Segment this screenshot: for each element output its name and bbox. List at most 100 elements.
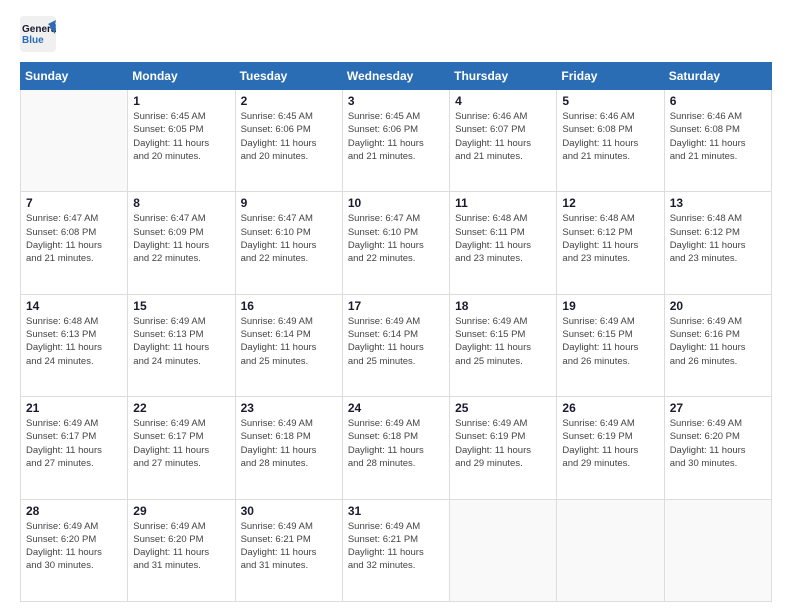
calendar-row: 14 Sunrise: 6:48 AM Sunset: 6:13 PM Dayli… bbox=[21, 294, 772, 396]
day-number: 1 bbox=[133, 94, 229, 108]
day-info: Sunrise: 6:49 AM Sunset: 6:21 PM Dayligh… bbox=[348, 520, 444, 573]
day-number: 4 bbox=[455, 94, 551, 108]
day-number: 12 bbox=[562, 196, 658, 210]
day-number: 10 bbox=[348, 196, 444, 210]
calendar-cell: 20 Sunrise: 6:49 AM Sunset: 6:16 PM Dayli… bbox=[664, 294, 771, 396]
calendar-cell: 6 Sunrise: 6:46 AM Sunset: 6:08 PM Daylig… bbox=[664, 90, 771, 192]
calendar-cell: 28 Sunrise: 6:49 AM Sunset: 6:20 PM Dayli… bbox=[21, 499, 128, 601]
calendar-cell: 27 Sunrise: 6:49 AM Sunset: 6:20 PM Dayli… bbox=[664, 397, 771, 499]
calendar-cell: 9 Sunrise: 6:47 AM Sunset: 6:10 PM Daylig… bbox=[235, 192, 342, 294]
calendar-cell bbox=[664, 499, 771, 601]
day-info: Sunrise: 6:47 AM Sunset: 6:10 PM Dayligh… bbox=[241, 212, 337, 265]
calendar-cell: 12 Sunrise: 6:48 AM Sunset: 6:12 PM Dayli… bbox=[557, 192, 664, 294]
day-info: Sunrise: 6:49 AM Sunset: 6:14 PM Dayligh… bbox=[348, 315, 444, 368]
calendar-cell: 21 Sunrise: 6:49 AM Sunset: 6:17 PM Dayli… bbox=[21, 397, 128, 499]
day-number: 7 bbox=[26, 196, 122, 210]
day-number: 8 bbox=[133, 196, 229, 210]
calendar-cell: 19 Sunrise: 6:49 AM Sunset: 6:15 PM Dayli… bbox=[557, 294, 664, 396]
calendar-cell: 13 Sunrise: 6:48 AM Sunset: 6:12 PM Dayli… bbox=[664, 192, 771, 294]
day-info: Sunrise: 6:49 AM Sunset: 6:20 PM Dayligh… bbox=[26, 520, 122, 573]
day-number: 25 bbox=[455, 401, 551, 415]
calendar-cell: 16Sunrise: 6:49 AM Sunset: 6:14 PM Dayli… bbox=[235, 294, 342, 396]
calendar-row: 7Sunrise: 6:47 AM Sunset: 6:08 PM Daylig… bbox=[21, 192, 772, 294]
logo: General Blue bbox=[20, 16, 56, 52]
calendar-header-tuesday: Tuesday bbox=[235, 63, 342, 90]
calendar-cell: 23 Sunrise: 6:49 AM Sunset: 6:18 PM Dayli… bbox=[235, 397, 342, 499]
day-info: Sunrise: 6:48 AM Sunset: 6:12 PM Dayligh… bbox=[562, 212, 658, 265]
calendar-row: 21 Sunrise: 6:49 AM Sunset: 6:17 PM Dayli… bbox=[21, 397, 772, 499]
day-info: Sunrise: 6:46 AM Sunset: 6:08 PM Dayligh… bbox=[562, 110, 658, 163]
calendar-header-saturday: Saturday bbox=[664, 63, 771, 90]
calendar-cell: 29 Sunrise: 6:49 AM Sunset: 6:20 PM Dayli… bbox=[128, 499, 235, 601]
calendar-header-monday: Monday bbox=[128, 63, 235, 90]
day-number: 13 bbox=[670, 196, 766, 210]
calendar-cell: 7Sunrise: 6:47 AM Sunset: 6:08 PM Daylig… bbox=[21, 192, 128, 294]
day-info: Sunrise: 6:48 AM Sunset: 6:12 PM Dayligh… bbox=[670, 212, 766, 265]
calendar-row: 28 Sunrise: 6:49 AM Sunset: 6:20 PM Dayli… bbox=[21, 499, 772, 601]
day-number: 3 bbox=[348, 94, 444, 108]
calendar-cell: 18 Sunrise: 6:49 AM Sunset: 6:15 PM Dayli… bbox=[450, 294, 557, 396]
day-number: 23 bbox=[241, 401, 337, 415]
calendar-cell: 26 Sunrise: 6:49 AM Sunset: 6:19 PM Dayli… bbox=[557, 397, 664, 499]
day-info: Sunrise: 6:46 AM Sunset: 6:07 PM Dayligh… bbox=[455, 110, 551, 163]
calendar-cell: 11 Sunrise: 6:48 AM Sunset: 6:11 PM Dayli… bbox=[450, 192, 557, 294]
calendar-header-wednesday: Wednesday bbox=[342, 63, 449, 90]
day-info: Sunrise: 6:45 AM Sunset: 6:06 PM Dayligh… bbox=[348, 110, 444, 163]
calendar-cell: 14 Sunrise: 6:48 AM Sunset: 6:13 PM Dayli… bbox=[21, 294, 128, 396]
calendar-cell bbox=[450, 499, 557, 601]
day-number: 14 bbox=[26, 299, 122, 313]
day-number: 21 bbox=[26, 401, 122, 415]
day-number: 15 bbox=[133, 299, 229, 313]
svg-text:Blue: Blue bbox=[22, 35, 44, 46]
day-info: Sunrise: 6:49 AM Sunset: 6:15 PM Dayligh… bbox=[455, 315, 551, 368]
day-info: Sunrise: 6:45 AM Sunset: 6:06 PM Dayligh… bbox=[241, 110, 337, 163]
calendar-cell: 1 Sunrise: 6:45 AM Sunset: 6:05 PM Daylig… bbox=[128, 90, 235, 192]
day-info: Sunrise: 6:48 AM Sunset: 6:13 PM Dayligh… bbox=[26, 315, 122, 368]
day-info: Sunrise: 6:49 AM Sunset: 6:19 PM Dayligh… bbox=[455, 417, 551, 470]
day-number: 19 bbox=[562, 299, 658, 313]
calendar-cell: 17 Sunrise: 6:49 AM Sunset: 6:14 PM Dayli… bbox=[342, 294, 449, 396]
calendar-header-row: SundayMondayTuesdayWednesdayThursdayFrid… bbox=[21, 63, 772, 90]
day-info: Sunrise: 6:49 AM Sunset: 6:18 PM Dayligh… bbox=[241, 417, 337, 470]
day-number: 22 bbox=[133, 401, 229, 415]
day-number: 16 bbox=[241, 299, 337, 313]
calendar-cell: 4 Sunrise: 6:46 AM Sunset: 6:07 PM Daylig… bbox=[450, 90, 557, 192]
day-info: Sunrise: 6:46 AM Sunset: 6:08 PM Dayligh… bbox=[670, 110, 766, 163]
calendar-cell: 25 Sunrise: 6:49 AM Sunset: 6:19 PM Dayli… bbox=[450, 397, 557, 499]
calendar-header-sunday: Sunday bbox=[21, 63, 128, 90]
day-info: Sunrise: 6:49 AM Sunset: 6:17 PM Dayligh… bbox=[26, 417, 122, 470]
calendar-row: 1 Sunrise: 6:45 AM Sunset: 6:05 PM Daylig… bbox=[21, 90, 772, 192]
day-number: 30 bbox=[241, 504, 337, 518]
day-info: Sunrise: 6:47 AM Sunset: 6:10 PM Dayligh… bbox=[348, 212, 444, 265]
day-info: Sunrise: 6:49 AM Sunset: 6:20 PM Dayligh… bbox=[133, 520, 229, 573]
day-info: Sunrise: 6:49 AM Sunset: 6:13 PM Dayligh… bbox=[133, 315, 229, 368]
calendar-header-thursday: Thursday bbox=[450, 63, 557, 90]
day-info: Sunrise: 6:49 AM Sunset: 6:18 PM Dayligh… bbox=[348, 417, 444, 470]
day-number: 9 bbox=[241, 196, 337, 210]
logo-icon: General Blue bbox=[20, 16, 56, 52]
day-number: 26 bbox=[562, 401, 658, 415]
calendar-cell: 15 Sunrise: 6:49 AM Sunset: 6:13 PM Dayli… bbox=[128, 294, 235, 396]
day-number: 2 bbox=[241, 94, 337, 108]
day-number: 6 bbox=[670, 94, 766, 108]
day-number: 27 bbox=[670, 401, 766, 415]
day-number: 18 bbox=[455, 299, 551, 313]
calendar-cell: 5 Sunrise: 6:46 AM Sunset: 6:08 PM Daylig… bbox=[557, 90, 664, 192]
day-number: 28 bbox=[26, 504, 122, 518]
day-info: Sunrise: 6:49 AM Sunset: 6:15 PM Dayligh… bbox=[562, 315, 658, 368]
day-info: Sunrise: 6:45 AM Sunset: 6:05 PM Dayligh… bbox=[133, 110, 229, 163]
day-info: Sunrise: 6:49 AM Sunset: 6:20 PM Dayligh… bbox=[670, 417, 766, 470]
calendar-cell: 31 Sunrise: 6:49 AM Sunset: 6:21 PM Dayli… bbox=[342, 499, 449, 601]
day-number: 17 bbox=[348, 299, 444, 313]
day-info: Sunrise: 6:47 AM Sunset: 6:09 PM Dayligh… bbox=[133, 212, 229, 265]
day-number: 29 bbox=[133, 504, 229, 518]
day-info: Sunrise: 6:49 AM Sunset: 6:19 PM Dayligh… bbox=[562, 417, 658, 470]
day-number: 5 bbox=[562, 94, 658, 108]
day-number: 24 bbox=[348, 401, 444, 415]
day-number: 20 bbox=[670, 299, 766, 313]
day-info: Sunrise: 6:49 AM Sunset: 6:16 PM Dayligh… bbox=[670, 315, 766, 368]
calendar-cell bbox=[21, 90, 128, 192]
day-info: Sunrise: 6:48 AM Sunset: 6:11 PM Dayligh… bbox=[455, 212, 551, 265]
day-number: 31 bbox=[348, 504, 444, 518]
day-number: 11 bbox=[455, 196, 551, 210]
